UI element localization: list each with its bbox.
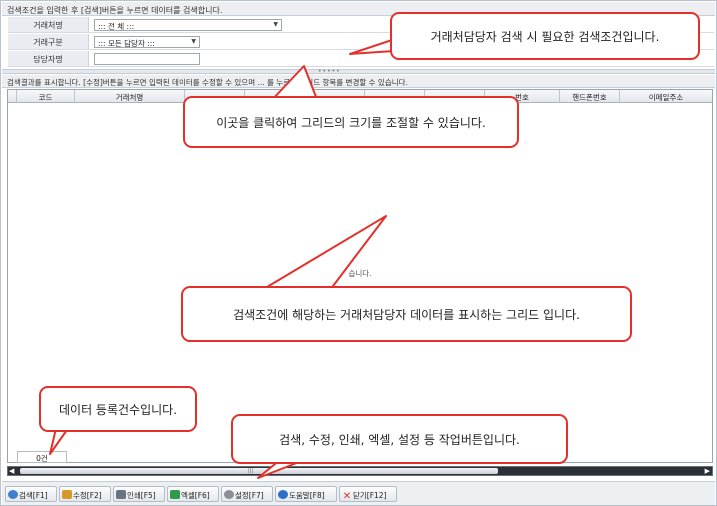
grid-col-email[interactable]: 이메일주소 xyxy=(620,90,712,103)
type-select-value: ::: 모든 담당자 ::: xyxy=(98,39,155,48)
grid-empty-message: 습니다. xyxy=(348,269,372,278)
search-icon xyxy=(8,490,18,499)
action-toolbar: 검색[F1] 수정[F2] 인쇄[F5] 엑셀[F6] 설정[F7] 도움말[F… xyxy=(2,481,715,505)
grid-col-mobile[interactable]: 핸드폰번호 xyxy=(560,90,620,103)
chevron-down-icon: ▼ xyxy=(191,38,196,45)
print-button-label: 인쇄[F5] xyxy=(127,491,156,500)
scroll-right-icon[interactable]: ▶ xyxy=(705,467,710,475)
callout-search-conditions: 거래처담당자 검색 시 필요한 검색조건입니다. xyxy=(390,12,700,60)
type-label: 거래구분 xyxy=(8,34,89,49)
manager-name-input[interactable] xyxy=(94,53,200,65)
chevron-down-icon: ▼ xyxy=(273,21,278,28)
edit-icon xyxy=(62,490,72,499)
record-count: 0건 xyxy=(17,451,67,463)
excel-button[interactable]: 엑셀[F6] xyxy=(167,486,219,502)
splitter-grip-icon: ••••• xyxy=(318,68,341,75)
callout-splitter: 이곳을 클릭하여 그리드의 크기를 조절할 수 있습니다. xyxy=(183,96,519,148)
excel-button-label: 엑셀[F6] xyxy=(181,491,210,500)
settings-button-label: 설정[F7] xyxy=(235,491,264,500)
scrollbar-thumb[interactable] xyxy=(20,468,498,474)
print-button[interactable]: 인쇄[F5] xyxy=(113,486,165,502)
manager-label: 담당자명 xyxy=(8,51,89,66)
help-button-label: 도움말[F8] xyxy=(289,491,325,500)
help-button[interactable]: 도움말[F8] xyxy=(275,486,337,502)
grid-header-indicator xyxy=(8,90,17,103)
settings-button[interactable]: 설정[F7] xyxy=(221,486,273,502)
grid-horizontal-scrollbar[interactable]: ◀ ||| ▶ xyxy=(7,466,713,476)
close-icon: ✕ xyxy=(342,491,352,502)
help-icon xyxy=(278,490,288,499)
client-select[interactable]: ::: 전 체 ::: ▼ xyxy=(94,19,282,31)
callout-record-count: 데이터 등록건수입니다. xyxy=(39,386,197,432)
grid-col-client[interactable]: 거래처명 xyxy=(75,90,185,103)
type-select[interactable]: ::: 모든 담당자 ::: ▼ xyxy=(94,36,200,48)
excel-icon xyxy=(170,490,180,499)
scrollbar-grip-icon: ||| xyxy=(248,468,254,474)
client-label: 거래처명 xyxy=(8,17,89,32)
edit-button[interactable]: 수정[F2] xyxy=(59,486,111,502)
search-button[interactable]: 검색[F1] xyxy=(5,486,57,502)
close-button[interactable]: ✕ 닫기[F12] xyxy=(339,486,397,502)
scroll-left-icon[interactable]: ◀ xyxy=(9,467,14,475)
close-button-label: 닫기[F12] xyxy=(353,491,387,500)
grid-resize-splitter[interactable]: ••••• xyxy=(2,68,715,75)
callout-toolbar: 검색, 수정, 인쇄, 엑셀, 설정 등 작업버튼입니다. xyxy=(231,414,568,464)
callout-grid: 검색조건에 해당하는 거래처담당자 데이터를 표시하는 그리드 입니다. xyxy=(181,286,632,342)
result-panel-title: 검색결과를 표시합니다. [수정]버튼을 누르면 입력된 데이터를 수정할 수 … xyxy=(2,75,715,88)
grid-col-code[interactable]: 코드 xyxy=(17,90,75,103)
gear-icon xyxy=(224,490,234,499)
client-select-value: ::: 전 체 ::: xyxy=(98,22,135,31)
search-button-label: 검색[F1] xyxy=(19,491,48,500)
edit-button-label: 수정[F2] xyxy=(73,491,102,500)
print-icon xyxy=(116,490,126,499)
